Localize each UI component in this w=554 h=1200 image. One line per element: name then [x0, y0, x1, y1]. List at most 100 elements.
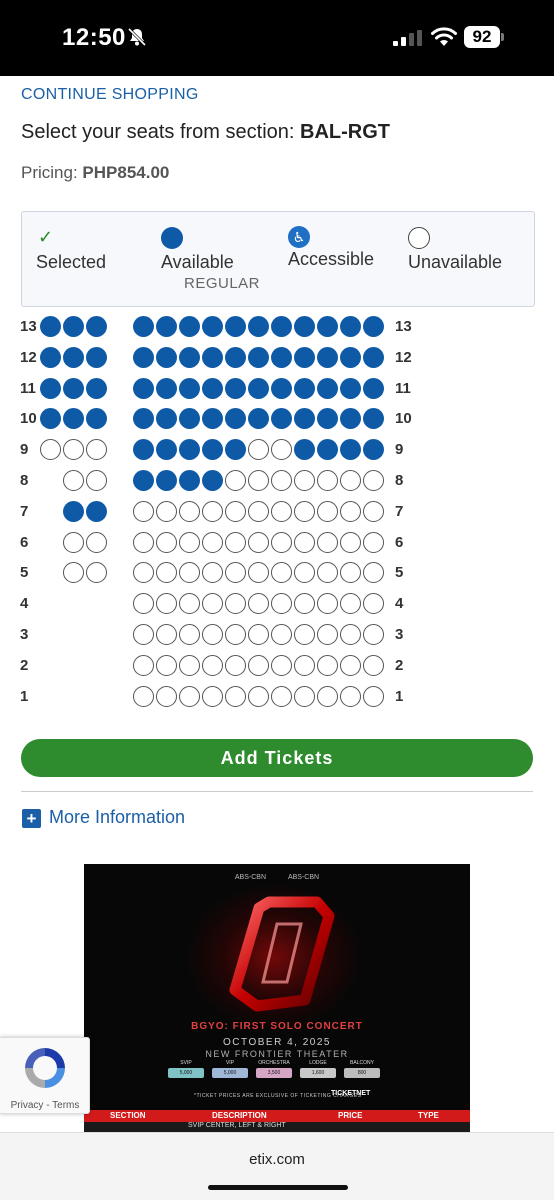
row-label: 13: [395, 318, 412, 335]
seat-available[interactable]: [63, 377, 84, 399]
recaptcha-badge[interactable]: Privacy - Terms: [0, 1037, 90, 1114]
seat-available[interactable]: [317, 316, 338, 337]
seat-available[interactable]: [40, 346, 61, 368]
seat-available[interactable]: [40, 408, 61, 430]
seat-available[interactable]: [340, 377, 361, 399]
seat-available[interactable]: [294, 439, 315, 461]
seat-available[interactable]: [179, 439, 200, 461]
seat-available[interactable]: [63, 346, 84, 368]
seat-available[interactable]: [133, 346, 154, 368]
seat-available[interactable]: [248, 346, 269, 368]
seat-available[interactable]: [156, 377, 177, 399]
seat-available[interactable]: [86, 316, 107, 337]
seat-available[interactable]: [202, 439, 223, 461]
seat-row: 77: [0, 500, 554, 523]
seat-available[interactable]: [271, 408, 292, 430]
seat-available[interactable]: [294, 316, 315, 337]
seat-available[interactable]: [202, 408, 223, 430]
seat-unavailable: [317, 500, 338, 522]
seat-available[interactable]: [179, 377, 200, 399]
seat-available[interactable]: [248, 377, 269, 399]
seat-available[interactable]: [225, 316, 246, 337]
seat-available[interactable]: [340, 316, 361, 337]
seat-unavailable: [271, 439, 292, 461]
seat-available[interactable]: [63, 500, 84, 522]
seat-available[interactable]: [363, 377, 384, 399]
seat-available[interactable]: [86, 377, 107, 399]
seat-available[interactable]: [156, 316, 177, 337]
title-prefix: Select your seats from section:: [21, 121, 301, 143]
seat-available[interactable]: [363, 439, 384, 461]
seat-available[interactable]: [202, 316, 223, 337]
seat-available[interactable]: [156, 346, 177, 368]
seat-available[interactable]: [363, 408, 384, 430]
seat-available[interactable]: [271, 316, 292, 337]
recaptcha-links[interactable]: Privacy - Terms: [0, 1100, 90, 1111]
seat-available[interactable]: [63, 316, 84, 337]
seat-available[interactable]: [340, 439, 361, 461]
poster-table-cell: SVIP CENTER, LEFT & RIGHT: [188, 1122, 286, 1129]
seat-available[interactable]: [179, 346, 200, 368]
seat-available[interactable]: [317, 439, 338, 461]
row-label: 4: [395, 595, 404, 613]
seat-available[interactable]: [156, 470, 177, 491]
seat-available[interactable]: [271, 346, 292, 368]
seat-available[interactable]: [133, 408, 154, 430]
seat-available[interactable]: [225, 439, 246, 461]
seat-available[interactable]: [179, 470, 200, 491]
seat-available[interactable]: [271, 377, 292, 399]
seat-available[interactable]: [248, 408, 269, 430]
home-indicator[interactable]: [208, 1185, 348, 1190]
seat-available[interactable]: [340, 408, 361, 430]
poster-table-col: SECTION: [110, 1111, 146, 1120]
seat-available[interactable]: [40, 316, 61, 337]
seat-available[interactable]: [294, 377, 315, 399]
pricing-label: Pricing:: [21, 163, 83, 182]
seat-available[interactable]: [133, 316, 154, 337]
seat-available[interactable]: [133, 439, 154, 461]
seat-unavailable: [225, 562, 246, 584]
poster-tier-price: 5,000: [168, 1068, 204, 1078]
seat-available[interactable]: [86, 500, 107, 522]
seat-available[interactable]: [294, 346, 315, 368]
seat-available[interactable]: [40, 377, 61, 399]
seat-available[interactable]: [133, 377, 154, 399]
seat-available[interactable]: [294, 408, 315, 430]
seat-available[interactable]: [179, 408, 200, 430]
seat-unavailable: [340, 593, 361, 615]
seat-available[interactable]: [202, 470, 223, 491]
section-name: BAL-RGT: [300, 121, 390, 143]
seat-unavailable: [294, 470, 315, 491]
seat-unavailable: [340, 500, 361, 522]
seat-unavailable: [271, 531, 292, 553]
seat-available[interactable]: [363, 346, 384, 368]
seat-available[interactable]: [225, 408, 246, 430]
seat-available[interactable]: [340, 346, 361, 368]
seat-available[interactable]: [248, 316, 269, 337]
continue-shopping-link[interactable]: CONTINUE SHOPPING: [21, 86, 199, 104]
seat-available[interactable]: [363, 316, 384, 337]
seat-available[interactable]: [225, 377, 246, 399]
poster-tier: SVIP 5,000: [168, 1060, 204, 1078]
seat-available[interactable]: [317, 346, 338, 368]
seat-available[interactable]: [86, 346, 107, 368]
seat-available[interactable]: [179, 316, 200, 337]
seat-map: 13 13 12 12 11 11 10 10 9 9 8 8 7 7 6 6 5 5 4 4 3 3 2 2 1 1: [0, 316, 554, 716]
seat-available[interactable]: [202, 377, 223, 399]
add-tickets-button[interactable]: Add Tickets: [21, 739, 533, 777]
seat-unavailable: [317, 624, 338, 645]
browser-url[interactable]: etix.com: [0, 1151, 554, 1168]
seat-available[interactable]: [133, 470, 154, 491]
seat-row: 33: [0, 624, 554, 646]
seat-available[interactable]: [63, 408, 84, 430]
seat-available[interactable]: [202, 346, 223, 368]
seat-available[interactable]: [317, 408, 338, 430]
seat-unavailable: [86, 439, 107, 461]
seat-unavailable: [363, 624, 384, 645]
checkmark-icon: ✓: [38, 227, 54, 247]
seat-available[interactable]: [317, 377, 338, 399]
seat-available[interactable]: [86, 408, 107, 430]
seat-available[interactable]: [156, 439, 177, 461]
seat-available[interactable]: [225, 346, 246, 368]
seat-available[interactable]: [156, 408, 177, 430]
